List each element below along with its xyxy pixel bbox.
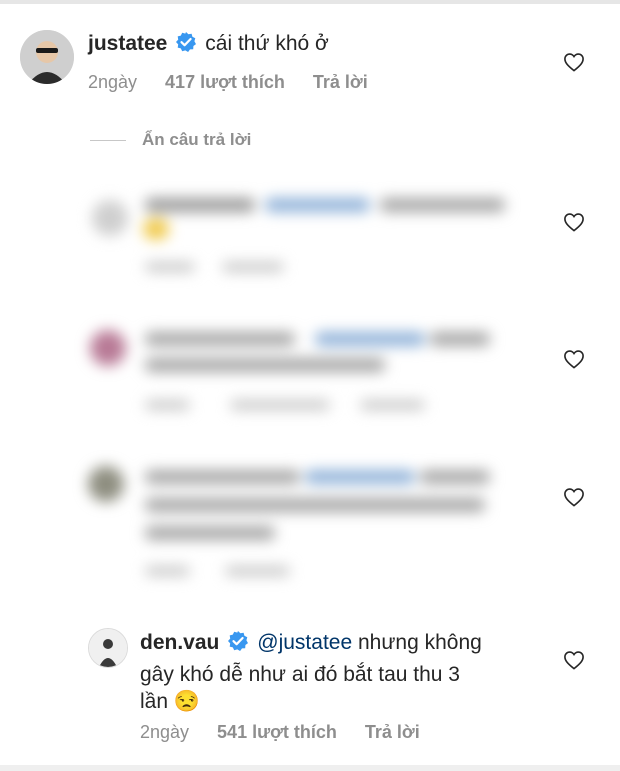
comment-body: den.vau @justatee nhưng không gây khó dễ… <box>140 629 540 715</box>
hide-replies-label: Ẩn câu trả lời <box>142 130 252 149</box>
reply-button[interactable]: Trả lời <box>313 72 368 92</box>
mention-link[interactable]: @justatee <box>257 631 352 654</box>
blurred-reply-2 <box>0 310 620 430</box>
heart-icon[interactable] <box>563 212 585 232</box>
bottom-divider <box>0 765 620 771</box>
heart-icon[interactable] <box>563 650 585 670</box>
divider-line <box>90 139 126 141</box>
reply-button[interactable]: Trả lời <box>365 722 420 742</box>
likes-count[interactable]: 417 lượt thích <box>165 72 285 92</box>
heart-icon[interactable] <box>563 487 585 507</box>
verified-badge-icon <box>175 31 197 58</box>
comment-time: 2ngày <box>88 72 138 92</box>
comment-text: cái thứ khó ở <box>205 32 329 55</box>
comment-text-line-3: lần 😒 <box>140 690 201 713</box>
heart-icon[interactable] <box>563 52 585 72</box>
comment-text-line-2: gây khó dễ như ai đó bắt tau thu 3 <box>140 663 460 686</box>
blurred-reply-3 <box>0 450 620 590</box>
comment-text-line-1: nhưng không <box>352 631 482 654</box>
blurred-reply-1 <box>0 170 620 290</box>
heart-icon[interactable] <box>563 349 585 369</box>
likes-count[interactable]: 541 lượt thích <box>217 722 337 742</box>
username[interactable]: justatee <box>88 32 167 55</box>
avatar-justatee[interactable] <box>20 30 74 84</box>
hide-replies-toggle[interactable]: Ẩn câu trả lời <box>90 130 251 150</box>
username[interactable]: den.vau <box>140 631 219 654</box>
top-divider <box>0 0 620 4</box>
avatar-den-vau[interactable] <box>88 628 128 668</box>
comment-time: 2ngày <box>140 722 190 742</box>
comment-header: justatee cái thứ khó ở <box>88 31 329 58</box>
comment-meta: 2ngày 541 lượt thích Trả lời <box>140 722 448 743</box>
verified-badge-icon <box>227 630 249 661</box>
comment-meta: 2ngày 417 lượt thích Trả lời <box>88 72 396 93</box>
